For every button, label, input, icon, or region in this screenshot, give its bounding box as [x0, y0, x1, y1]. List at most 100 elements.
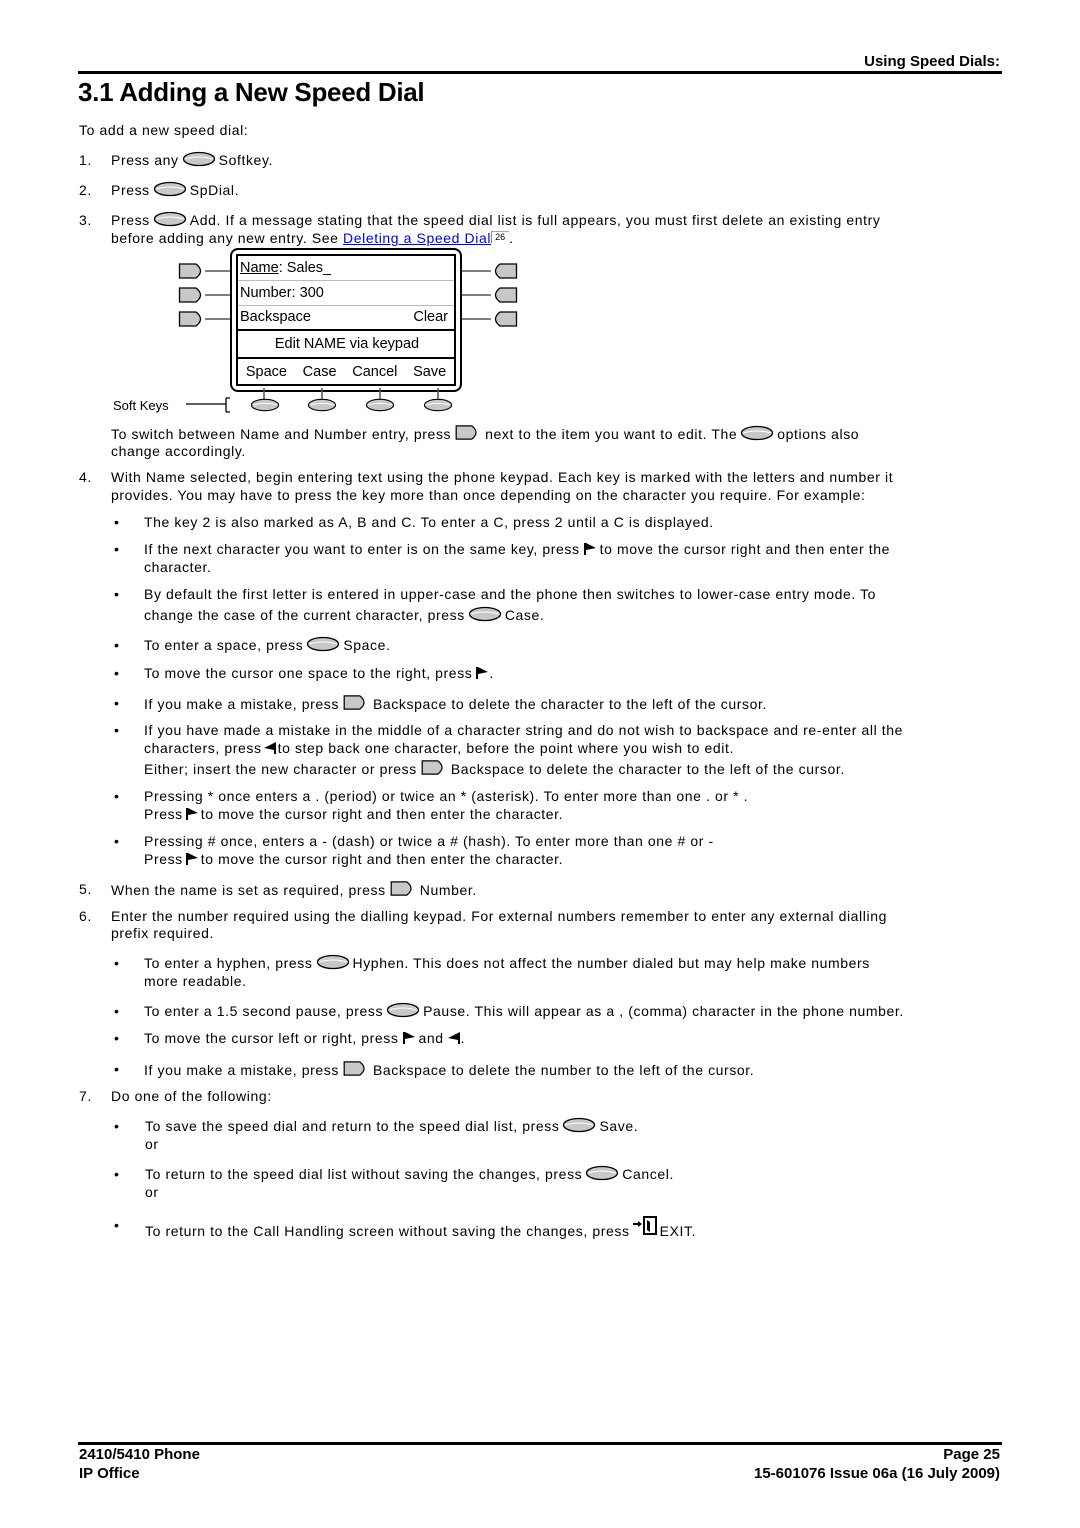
bullet-exit: To return to the Call Handling screen wi…	[145, 1216, 696, 1240]
backspace-label: Backspace	[240, 309, 311, 325]
bullet-asterisk-line2: Press to move the cursor right and then e…	[144, 805, 563, 823]
text: to move the cursor right and then enter …	[200, 806, 564, 822]
text: To return to the Call Handling screen wi…	[145, 1223, 630, 1239]
text: To switch between Name and Number entry,…	[111, 426, 452, 442]
step-text: Softkey.	[218, 152, 273, 168]
text: When the name is set as required, press	[111, 882, 386, 898]
bullet-save: To save the speed dial and return to the…	[145, 1117, 638, 1135]
step-text: Press	[111, 212, 150, 228]
bullet-middle-line1: If you have made a mistake in the middle…	[144, 722, 904, 738]
text: If you make a mistake, press	[144, 1062, 339, 1078]
softkey-oval-icon	[740, 425, 774, 441]
left-line-key-1	[178, 263, 232, 279]
display-key-icon	[420, 759, 448, 776]
switch-entry-text-line2: change accordingly.	[111, 443, 246, 459]
left-display-keys	[178, 263, 232, 327]
bullet-number-mistake: If you make a mistake, press Backspace to…	[144, 1060, 754, 1079]
text: To enter a 1.5 second pause, press	[144, 1003, 384, 1019]
bullet: •	[114, 637, 119, 653]
text: Press	[144, 851, 183, 867]
text: Space.	[343, 637, 391, 653]
right-arrow-key-icon	[583, 542, 597, 556]
or-text: or	[145, 1136, 159, 1152]
text: next to the item you want to edit. The	[485, 426, 738, 442]
bullet: •	[114, 514, 119, 530]
text: EXIT.	[659, 1223, 697, 1239]
footer-rule	[78, 1442, 1002, 1445]
step-number: 5.	[79, 881, 92, 897]
text: Number.	[419, 882, 477, 898]
bullet-pause: To enter a 1.5 second pause, press Pause.…	[144, 1002, 904, 1020]
right-line-key-2	[462, 287, 518, 303]
step-7: Do one of the following:	[111, 1088, 272, 1104]
display-key-icon	[389, 880, 417, 897]
softkey-oval-icon	[182, 151, 216, 167]
bullet: •	[114, 1166, 119, 1182]
right-arrow-key-icon	[475, 666, 489, 680]
step-number: 2.	[79, 182, 92, 198]
text: Save.	[599, 1118, 639, 1134]
step-6-line1: Enter the number required using the dial…	[111, 908, 887, 924]
right-arrow-key-icon	[185, 852, 199, 866]
display-action-line: Backspace Clear	[238, 305, 454, 331]
bullet-case-line1: By default the first letter is entered i…	[144, 586, 877, 602]
deleting-speed-dial-link[interactable]: Deleting a Speed Dial	[343, 230, 491, 246]
bullet-space: To enter a space, press Space.	[144, 636, 391, 654]
text: To move the cursor one space to the righ…	[144, 665, 473, 681]
softkey-label-save: Save	[413, 364, 447, 380]
bullet-hash-line1: Pressing # once, enters a - (dash) or tw…	[144, 833, 714, 849]
bullet: •	[114, 695, 119, 711]
bullet: •	[114, 1118, 119, 1134]
bullet: •	[114, 1030, 119, 1046]
step-number: 1.	[79, 152, 92, 168]
step-text: Add. If a message stating that the speed…	[189, 212, 881, 228]
bullet-hyphen: To enter a hyphen, press Hyphen. This doe…	[144, 954, 870, 972]
text: to move the cursor right and then enter …	[599, 541, 891, 557]
softkey-oval-icon	[386, 1002, 420, 1018]
text: To enter a space, press	[144, 637, 304, 653]
footer-product: 2410/5410 Phone	[79, 1446, 200, 1463]
text: Cancel.	[622, 1166, 674, 1182]
right-display-keys	[462, 263, 518, 327]
softkey-label-case: Case	[302, 364, 337, 380]
page-reference-badge[interactable]: 26	[491, 231, 510, 243]
bullet: •	[114, 788, 119, 804]
step-6-line2: prefix required.	[111, 925, 214, 941]
or-text: or	[145, 1184, 159, 1200]
bullet: •	[114, 955, 119, 971]
softkey-oval-icon	[562, 1117, 596, 1133]
text: If the next character you want to enter …	[144, 541, 580, 557]
bullet: •	[114, 586, 119, 602]
bullet-cancel: To return to the speed dial list without…	[145, 1165, 674, 1183]
exit-icon	[633, 1216, 657, 1236]
text: options also	[777, 426, 860, 442]
bullet-middle-line2: characters, press to step back one charac…	[144, 739, 734, 757]
step-text: before adding any new entry. See	[111, 230, 339, 246]
text: and	[418, 1030, 444, 1046]
text: to move the cursor right and then enter …	[200, 851, 564, 867]
text: Backspace to delete the character to the…	[450, 761, 845, 777]
soft-keys-label: Soft Keys	[113, 398, 169, 413]
name-value: : Sales_	[278, 260, 332, 276]
bullet-same-key: If the next character you want to enter …	[144, 540, 890, 558]
bullet-key2: The key 2 is also marked as A, B and C. …	[144, 514, 714, 530]
text: Press	[144, 806, 183, 822]
soft-key-2	[307, 388, 337, 412]
footer-page-number: Page 25	[943, 1446, 1000, 1463]
step-number: 3.	[79, 212, 92, 228]
text: Backspace to delete the character to the…	[372, 696, 767, 712]
left-line-key-3	[178, 311, 232, 327]
text: Either; insert the new character or pres…	[144, 761, 417, 777]
phone-display-diagram: Name: Sales_ Number: 300 Backspace Clear …	[108, 248, 528, 420]
step-4-line1: With Name selected, begin entering text …	[111, 469, 894, 485]
text: To save the speed dial and return to the…	[145, 1118, 560, 1134]
text: If you make a mistake, press	[144, 696, 339, 712]
soft-key-4	[423, 388, 453, 412]
text: Hyphen. This does not affect the number …	[352, 955, 870, 971]
left-arrow-key-icon	[263, 741, 277, 755]
step-3: Press Add. If a message stating that the …	[111, 211, 880, 229]
text: .	[489, 665, 494, 681]
step-text: SpDial.	[189, 182, 240, 198]
text: Backspace to delete the number to the le…	[372, 1062, 755, 1078]
softkey-oval-icon	[316, 954, 350, 970]
